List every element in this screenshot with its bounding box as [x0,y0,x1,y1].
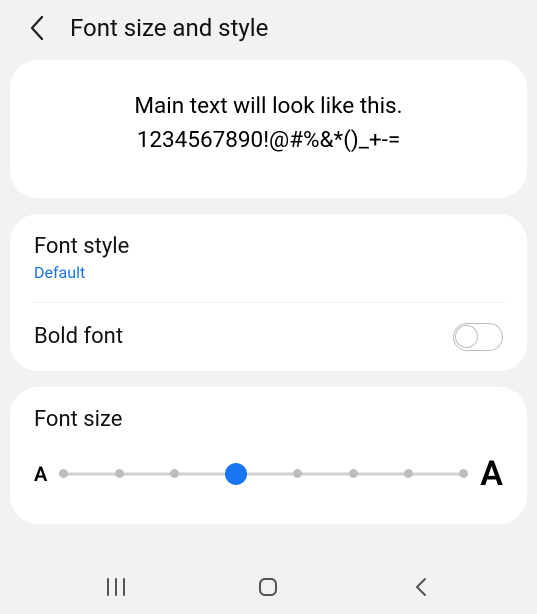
bold-font-label: Bold font [34,324,123,349]
preview-card: Main text will look like this. 123456789… [10,60,527,198]
slider-step [293,469,302,478]
slider-step [404,469,413,478]
preview-text-line2: 1234567890!@#%&*()_+-= [30,124,507,158]
font-size-card: Font size A A [10,387,527,524]
small-a-icon: A [34,462,47,486]
nav-back-button[interactable] [391,572,451,602]
slider-step [349,469,358,478]
large-a-icon: A [480,454,503,494]
toggle-knob [455,325,478,348]
navigation-bar [0,560,537,614]
bold-font-toggle[interactable] [453,323,503,351]
font-size-slider-row: A A [34,454,503,494]
slider-step [59,469,68,478]
preview-text-line1: Main text will look like this. [30,90,507,124]
font-size-label: Font size [34,407,503,432]
slider-step [459,469,468,478]
slider-step [170,469,179,478]
slider-step [115,469,124,478]
recents-button[interactable] [86,572,146,602]
back-icon[interactable] [24,15,50,41]
settings-card: Font style Default Bold font [10,214,527,371]
bold-font-row: Bold font [10,303,527,371]
page-title: Font size and style [70,14,268,42]
slider-thumb[interactable] [225,463,247,485]
font-style-value: Default [34,263,129,282]
home-button[interactable] [238,572,298,602]
font-style-row[interactable]: Font style Default [10,214,527,302]
font-size-slider[interactable] [59,464,468,484]
header-bar: Font size and style [0,0,537,60]
font-style-label: Font style [34,234,129,259]
font-style-text: Font style Default [34,234,129,282]
